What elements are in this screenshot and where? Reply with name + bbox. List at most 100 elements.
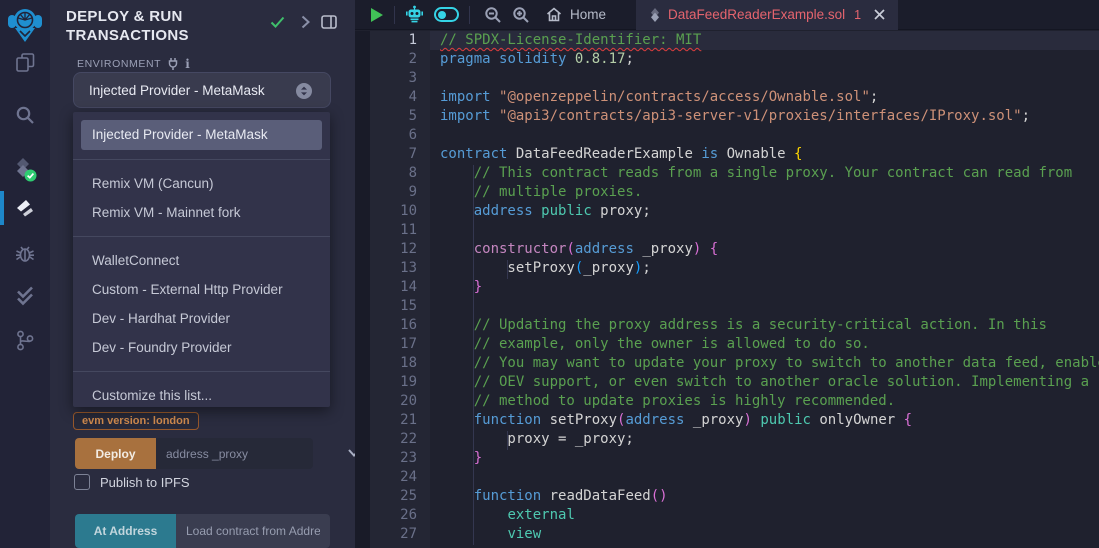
file-tab-badge: 1	[854, 8, 861, 22]
code-line: 13 setProxy(_proxy);	[355, 259, 1099, 278]
line-number: 18	[370, 354, 430, 373]
code-editor[interactable]: 1// SPDX-License-Identifier: MIT2pragma …	[355, 31, 1099, 548]
at-address-row: At Address	[75, 514, 330, 548]
panel-title: DEPLOY & RUN TRANSACTIONS	[66, 7, 246, 45]
menu-divider	[73, 371, 330, 372]
code-line: 7contract DataFeedReaderExample is Ownab…	[355, 145, 1099, 164]
line-number: 17	[370, 335, 430, 354]
at-address-input[interactable]	[176, 514, 330, 548]
deploy-run-icon[interactable]	[0, 188, 50, 228]
home-icon	[546, 7, 562, 22]
code-line: 3	[355, 69, 1099, 88]
menu-divider	[73, 159, 330, 160]
remix-logo[interactable]	[0, 4, 50, 46]
tab-home[interactable]: Home	[546, 7, 606, 22]
deploy-button[interactable]: Deploy	[75, 438, 156, 469]
solidity-compiler-icon[interactable]	[0, 150, 50, 190]
remix-ide-window: DEPLOY & RUN TRANSACTIONS ENVIRONMENT i …	[0, 0, 1099, 548]
plug-icon	[167, 57, 179, 71]
environment-dropdown-menu: Injected Provider - MetaMask Remix VM (Ca…	[73, 112, 330, 407]
line-number: 12	[370, 240, 430, 259]
editor-region: Home DataFeedReaderExample.sol 1 1// SPD…	[355, 0, 1099, 548]
code-line: 18 // You may want to update your proxy …	[355, 354, 1099, 373]
menu-divider	[73, 236, 330, 237]
environment-option[interactable]: Injected Provider - MetaMask	[81, 120, 322, 150]
ai-toggle[interactable]	[434, 7, 459, 22]
line-number: 24	[370, 468, 430, 487]
line-number: 13	[370, 259, 430, 278]
panel-pin-icon[interactable]	[320, 13, 338, 31]
code-line: 12 constructor(address _proxy) {	[355, 240, 1099, 259]
check-badge	[25, 170, 37, 182]
info-icon[interactable]: i	[185, 57, 190, 71]
ai-assistant-icon[interactable]	[405, 5, 424, 24]
code-line: 20 // method to update proxies is highly…	[355, 392, 1099, 411]
line-number: 11	[370, 221, 430, 240]
environment-select[interactable]: Injected Provider - MetaMask	[73, 72, 331, 108]
deploy-run-panel: DEPLOY & RUN TRANSACTIONS ENVIRONMENT i …	[50, 0, 355, 548]
environment-option[interactable]: Customize this list...	[73, 381, 330, 407]
environment-option[interactable]: Custom - External Http Provider	[73, 275, 330, 304]
at-address-button[interactable]: At Address	[75, 514, 176, 548]
environment-option[interactable]: Dev - Hardhat Provider	[73, 304, 330, 333]
run-script-icon[interactable]	[370, 7, 384, 23]
environment-option[interactable]: Dev - Foundry Provider	[73, 333, 330, 362]
git-icon[interactable]	[0, 320, 50, 360]
code-line: 26 external	[355, 506, 1099, 525]
tab-file[interactable]: DataFeedReaderExample.sol 1	[636, 0, 898, 30]
code-line: 24	[355, 468, 1099, 487]
code-line: 11	[355, 221, 1099, 240]
line-number: 7	[370, 145, 430, 164]
environment-option[interactable]: Remix VM - Mainnet fork	[73, 198, 330, 227]
code-line: 6	[355, 126, 1099, 145]
publish-ipfs-label: Publish to IPFS	[100, 475, 190, 490]
code-line: 15	[355, 297, 1099, 316]
line-number: 19	[370, 373, 430, 392]
line-number: 22	[370, 430, 430, 449]
evm-version-badge: evm version: london	[73, 412, 199, 430]
code-line: 9 // multiple proxies.	[355, 183, 1099, 202]
line-number: 15	[370, 297, 430, 316]
code-line: 23 }	[355, 449, 1099, 468]
code-line: 21 function setProxy(address _proxy) pub…	[355, 411, 1099, 430]
code-line: 8 // This contract reads from a single p…	[355, 164, 1099, 183]
code-line: 25 function readDataFeed()	[355, 487, 1099, 506]
line-number: 3	[370, 69, 430, 88]
publish-ipfs-checkbox[interactable]	[74, 474, 90, 490]
zoom-in-icon[interactable]	[512, 6, 530, 24]
line-number: 21	[370, 411, 430, 430]
debugger-icon[interactable]	[0, 233, 50, 273]
line-number: 20	[370, 392, 430, 411]
line-number: 5	[370, 107, 430, 126]
line-number: 14	[370, 278, 430, 297]
code-line: 10 address public proxy;	[355, 202, 1099, 221]
code-line: 27 view	[355, 525, 1099, 544]
code-line: 16 // Updating the proxy address is a se…	[355, 316, 1099, 335]
environment-option[interactable]: WalletConnect	[73, 246, 330, 275]
line-number: 16	[370, 316, 430, 335]
chevron-right-icon[interactable]	[296, 13, 314, 31]
line-number: 6	[370, 126, 430, 145]
environment-option[interactable]: Remix VM (Cancun)	[73, 169, 330, 198]
line-number: 2	[370, 50, 430, 69]
line-number: 23	[370, 449, 430, 468]
code-line: 4import "@openzeppelin/contracts/access/…	[355, 88, 1099, 107]
activity-bar	[0, 0, 50, 548]
code-line: 14 }	[355, 278, 1099, 297]
file-tab-label: DataFeedReaderExample.sol	[668, 7, 845, 22]
code-line: 19 // OEV support, or even switch to ano…	[355, 373, 1099, 392]
environment-select-value: Injected Provider - MetaMask	[89, 83, 265, 98]
unit-testing-icon[interactable]	[0, 276, 50, 316]
file-explorer-icon[interactable]	[0, 42, 50, 82]
search-icon[interactable]	[0, 95, 50, 135]
line-number: 25	[370, 487, 430, 506]
code-lines: 1// SPDX-License-Identifier: MIT2pragma …	[355, 31, 1099, 544]
line-number: 4	[370, 88, 430, 107]
solidity-file-icon	[649, 8, 661, 22]
line-number: 1	[370, 31, 430, 50]
line-number: 9	[370, 183, 430, 202]
deploy-args-input[interactable]	[156, 438, 313, 469]
close-icon[interactable]	[874, 9, 885, 20]
editor-toolbar: Home DataFeedReaderExample.sol 1	[355, 0, 1099, 30]
zoom-out-icon[interactable]	[484, 6, 502, 24]
